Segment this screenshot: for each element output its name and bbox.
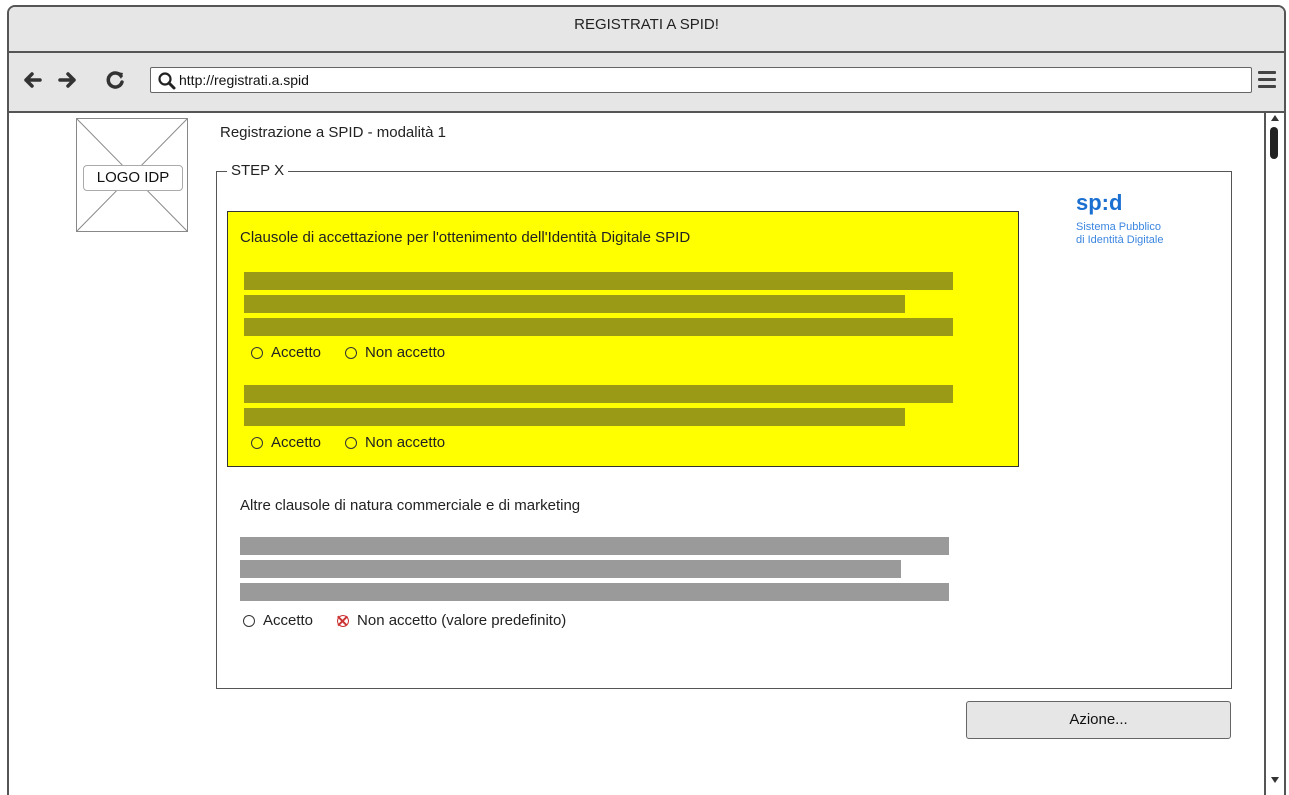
- url-bar[interactable]: http://registrati.a.spid: [150, 67, 1252, 93]
- clause-2-accept-radio[interactable]: Accetto: [251, 434, 321, 451]
- page-title: Registrazione a SPID - modalità 1: [220, 124, 446, 141]
- reload-icon[interactable]: [104, 69, 126, 91]
- clause-text-placeholder: [240, 560, 901, 578]
- spid-logo: sp:d Sistema Pubblico di Identità Digita…: [1076, 190, 1206, 247]
- back-arrow-icon[interactable]: [21, 69, 43, 91]
- hamburger-menu-icon[interactable]: [1258, 71, 1276, 89]
- radio-circle-icon: [251, 346, 263, 359]
- scroll-up-arrow-icon[interactable]: [1271, 115, 1279, 121]
- radio-label: Non accetto: [365, 344, 446, 361]
- clause-text-placeholder: [244, 295, 905, 313]
- clause-1-reject-radio[interactable]: Non accetto: [345, 344, 445, 361]
- commercial-radio-group: Accetto Non accetto (valore predefinito): [243, 612, 590, 629]
- search-icon: [158, 72, 176, 90]
- step-legend: STEP X: [227, 162, 289, 179]
- clause-text-placeholder: [240, 583, 949, 601]
- clause-2-radio-group: Accetto Non accetto: [251, 434, 469, 451]
- action-button[interactable]: Azione...: [966, 701, 1231, 739]
- spid-brand-name: sp:d: [1076, 190, 1123, 215]
- logo-label: LOGO IDP: [83, 165, 183, 191]
- mandatory-clauses-panel: [227, 211, 1019, 467]
- vertical-scrollbar[interactable]: [1264, 113, 1284, 795]
- clause-text-placeholder: [244, 385, 953, 403]
- mandatory-clauses-title: Clausole di accettazione per l'ottenimen…: [240, 229, 691, 246]
- clause-2-reject-radio[interactable]: Non accetto: [345, 434, 445, 451]
- clause-text-placeholder: [240, 537, 949, 555]
- clause-text-placeholder: [244, 408, 905, 426]
- radio-circle-icon: [243, 614, 255, 627]
- radio-label: Accetto: [271, 434, 322, 451]
- radio-circle-icon: [251, 436, 263, 449]
- browser-toolbar: http://registrati.a.spid: [9, 53, 1284, 113]
- commercial-accept-radio[interactable]: Accetto: [243, 612, 313, 629]
- forward-arrow-icon[interactable]: [57, 69, 79, 91]
- radio-label: Accetto: [271, 344, 322, 361]
- radio-circle-icon: [345, 436, 358, 449]
- spid-subtitle-line2: di Identità Digitale: [1076, 234, 1164, 246]
- spid-subtitle-line1: Sistema Pubblico: [1076, 221, 1161, 233]
- idp-logo-placeholder: LOGO IDP: [76, 118, 188, 232]
- radio-selected-icon: [337, 614, 350, 627]
- url-text: http://registrati.a.spid: [179, 72, 309, 88]
- radio-circle-icon: [345, 346, 358, 359]
- radio-label: Accetto: [263, 612, 314, 629]
- scroll-down-arrow-icon[interactable]: [1271, 777, 1279, 783]
- commercial-clauses-title: Altre clausole di natura commerciale e d…: [240, 497, 581, 514]
- clause-1-radio-group: Accetto Non accetto: [251, 344, 469, 361]
- commercial-reject-radio[interactable]: Non accetto (valore predefinito): [337, 612, 566, 629]
- window-title: REGISTRATI A SPID!: [9, 7, 1284, 53]
- radio-label: Non accetto (valore predefinito): [357, 612, 567, 629]
- radio-label: Non accetto: [365, 434, 446, 451]
- clause-text-placeholder: [244, 318, 953, 336]
- clause-1-accept-radio[interactable]: Accetto: [251, 344, 321, 361]
- clause-text-placeholder: [244, 272, 953, 290]
- scroll-thumb[interactable]: [1270, 127, 1278, 159]
